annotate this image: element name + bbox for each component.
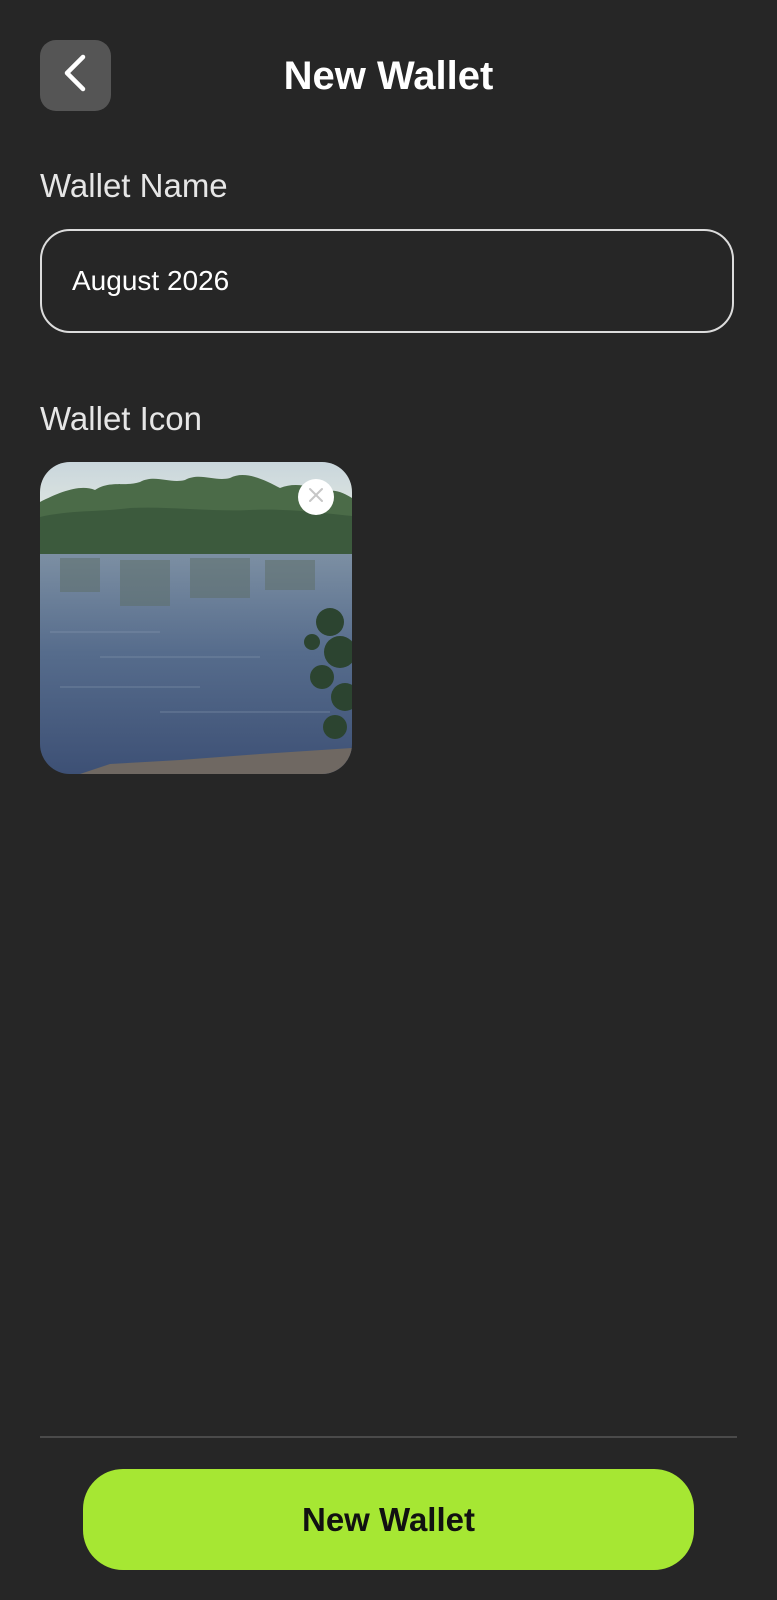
close-icon <box>307 486 325 509</box>
wallet-icon-label: Wallet Icon <box>40 400 203 437</box>
remove-icon-button[interactable] <box>298 479 334 515</box>
wallet-name-input[interactable] <box>40 229 734 333</box>
page-title: New Wallet <box>283 54 494 98</box>
new-wallet-button[interactable]: New Wallet <box>83 1469 694 1570</box>
wallet-name-label: Wallet Name <box>40 167 228 204</box>
footer-divider <box>40 1436 737 1438</box>
